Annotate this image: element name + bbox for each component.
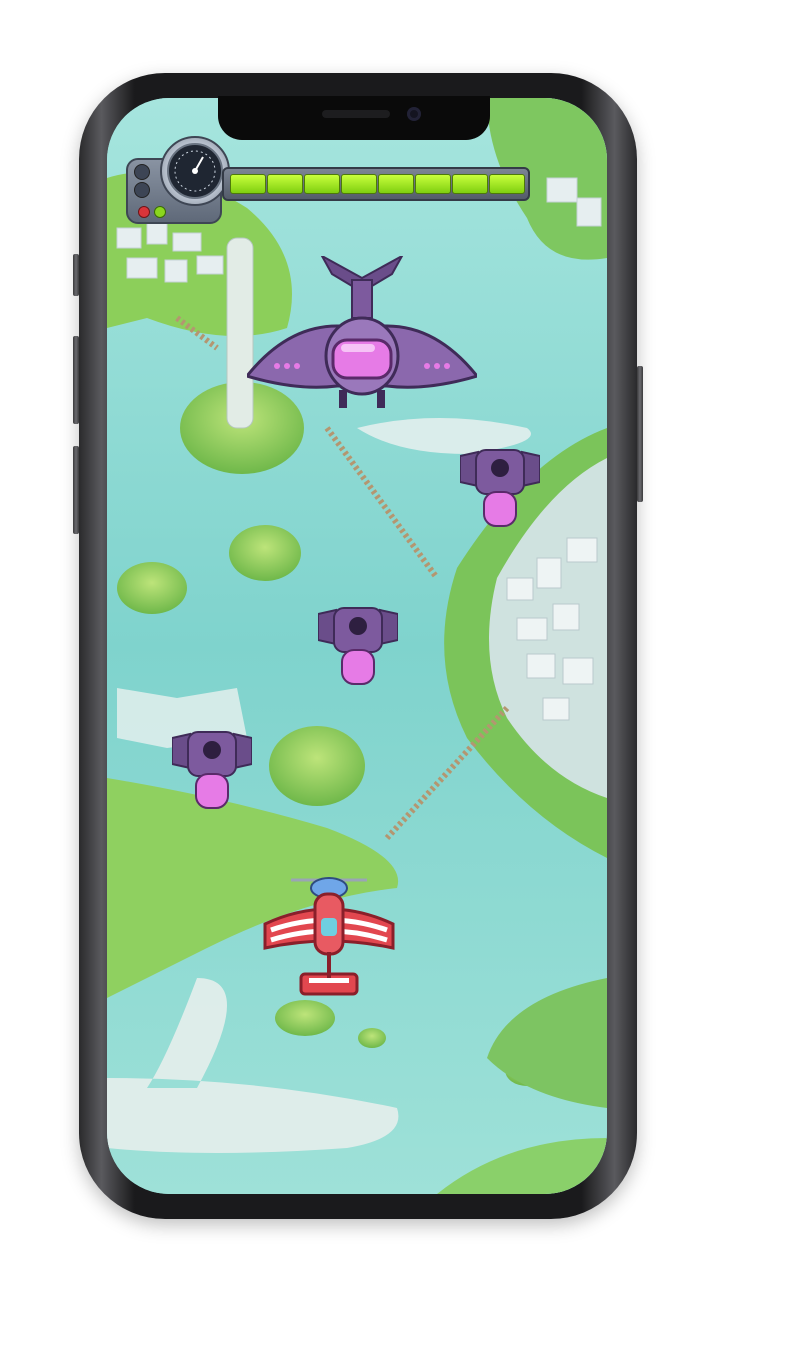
gauge-face xyxy=(167,143,223,199)
health-segment xyxy=(489,174,525,194)
red-light-icon xyxy=(138,206,150,218)
health-segment xyxy=(341,174,377,194)
skull-drone-icon xyxy=(172,731,252,809)
small-island xyxy=(269,726,365,806)
game-screen[interactable] xyxy=(107,98,607,1194)
small-island xyxy=(358,1028,386,1048)
health-segment xyxy=(378,174,414,194)
skull-drone-icon xyxy=(460,449,540,527)
skull-drone-icon xyxy=(318,607,398,685)
notch xyxy=(218,96,490,140)
health-segment xyxy=(304,174,340,194)
health-segment xyxy=(452,174,488,194)
volume-up-button xyxy=(73,336,79,424)
knob-icon xyxy=(134,182,150,198)
small-island xyxy=(229,525,301,581)
front-camera xyxy=(407,107,421,121)
health-segment xyxy=(267,174,303,194)
health-segment xyxy=(230,174,266,194)
power-button xyxy=(637,366,643,502)
speaker-grille xyxy=(322,110,390,118)
volume-down-button xyxy=(73,446,79,534)
small-island xyxy=(117,562,187,614)
gear-icon xyxy=(134,164,150,180)
red-biplane-icon[interactable] xyxy=(261,874,397,1010)
health-bar xyxy=(222,167,530,201)
purple-boss-airship-icon xyxy=(247,256,477,408)
health-segment xyxy=(415,174,451,194)
green-light-icon xyxy=(154,206,166,218)
mute-switch xyxy=(73,254,79,296)
